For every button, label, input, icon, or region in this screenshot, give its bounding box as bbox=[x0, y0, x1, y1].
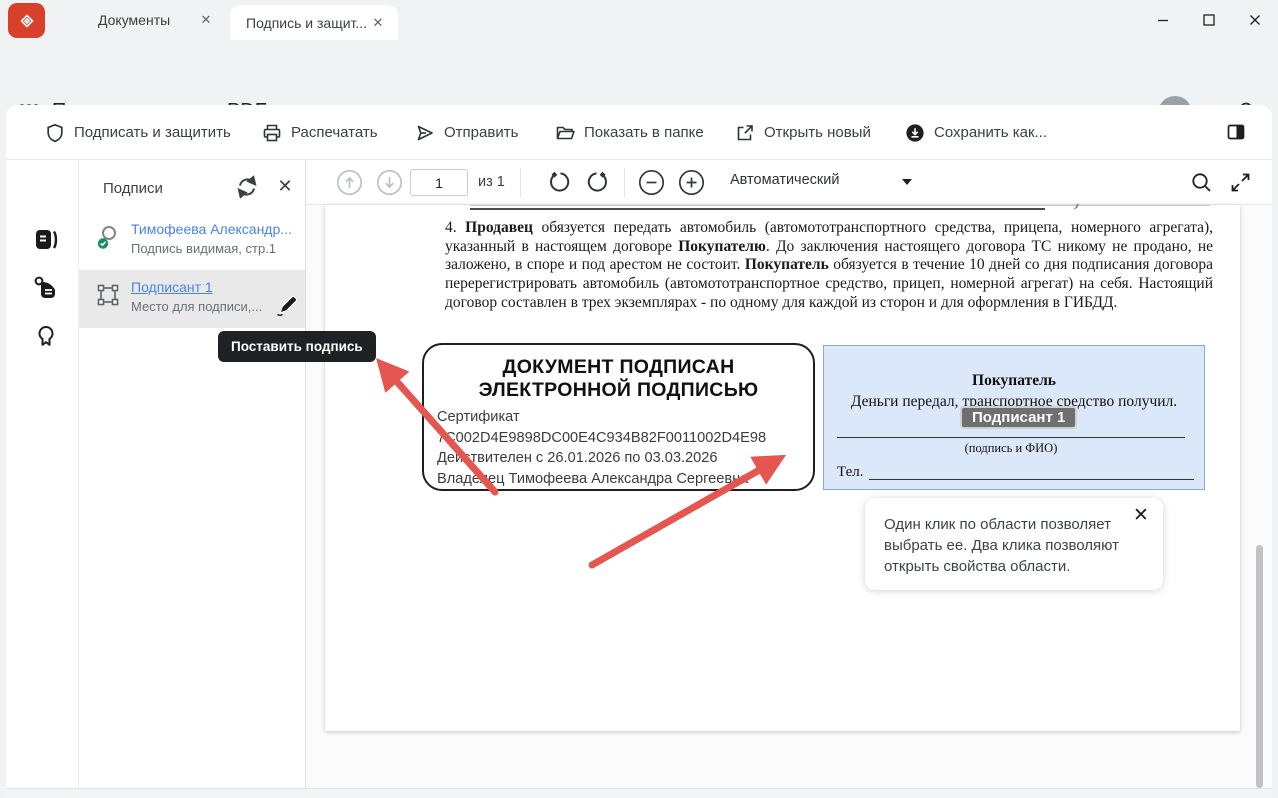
tab-close-icon[interactable]: ✕ bbox=[198, 12, 214, 28]
tab-label: Документы bbox=[98, 12, 170, 28]
signature-name-link[interactable]: Тимофеева Александр... bbox=[131, 221, 292, 237]
signature-list-item[interactable]: Тимофеева Александр... Подпись видимая, … bbox=[79, 212, 305, 268]
print-button[interactable]: Распечатать bbox=[262, 105, 378, 160]
page-up-button[interactable] bbox=[336, 169, 363, 196]
page-number-input[interactable] bbox=[410, 169, 468, 196]
truncated-rule bbox=[470, 205, 1210, 206]
phone-label: Тел. bbox=[837, 464, 863, 481]
hint-text: Один клик по области позволяет выбрать е… bbox=[884, 514, 1134, 577]
open-new-icon bbox=[735, 123, 755, 143]
signature-subtitle: Место для подписи,... bbox=[131, 299, 262, 314]
refresh-icon[interactable] bbox=[235, 175, 259, 199]
vertical-scrollbar[interactable] bbox=[1256, 545, 1263, 788]
stamp-title-line2: ЭЛЕКТРОННОЙ ПОДПИСЬЮ bbox=[424, 379, 813, 402]
rotate-right-icon[interactable] bbox=[585, 169, 611, 195]
window-controls bbox=[1140, 0, 1278, 40]
panel-toggle-icon[interactable] bbox=[1226, 122, 1246, 142]
rotate-left-icon[interactable] bbox=[546, 169, 572, 195]
app-window: Документы ✕ Подпись и защит... ✕ bbox=[0, 0, 1278, 798]
signatures-panel-icon[interactable] bbox=[33, 275, 59, 301]
search-icon[interactable] bbox=[1190, 171, 1213, 194]
pdf-viewer: из 1 Автоматический bbox=[306, 160, 1272, 788]
hint-tooltip: Один клик по области позволяет выбрать е… bbox=[865, 498, 1163, 590]
send-button[interactable]: Отправить bbox=[415, 105, 518, 160]
sign-action-tooltip: Поставить подпись bbox=[218, 331, 376, 362]
pdf-toolbar: из 1 Автоматический bbox=[306, 160, 1272, 205]
save-as-button[interactable]: Сохранить как... bbox=[905, 105, 1047, 160]
action-label: Сохранить как... bbox=[934, 124, 1047, 141]
folder-icon bbox=[555, 123, 575, 143]
titlebar: Документы ✕ Подпись и защит... ✕ bbox=[0, 0, 1278, 40]
document-page[interactable]: 4. Продавец обязуется передать автомобил… bbox=[325, 205, 1240, 731]
buyer-heading: Покупатель bbox=[824, 372, 1204, 390]
signing-cursor-icon bbox=[274, 291, 300, 317]
shield-icon bbox=[45, 123, 65, 143]
page-total-label: из 1 bbox=[478, 174, 505, 190]
signature-placeholder-icon bbox=[95, 282, 121, 308]
certificate-number: 7C002D4E9898DC00E4C934B82F0011002D4E98 bbox=[437, 428, 813, 449]
action-label: Открыть новый bbox=[764, 124, 871, 141]
stamp-title-line1: ДОКУМЕНТ ПОДПИСАН bbox=[424, 356, 813, 379]
printer-icon bbox=[262, 123, 282, 143]
truncated-text-fragment bbox=[1072, 202, 1079, 210]
save-icon bbox=[905, 123, 925, 143]
app-logo-icon bbox=[8, 3, 45, 38]
certificates-panel-icon[interactable] bbox=[33, 323, 59, 349]
tab-close-icon[interactable]: ✕ bbox=[370, 15, 386, 31]
show-in-folder-button[interactable]: Показать в папке bbox=[555, 105, 704, 160]
sign-and-protect-button[interactable]: Подписать и защитить bbox=[45, 105, 231, 160]
certificate-owner: Владелец Тимофеева Александра Сергеевна bbox=[437, 469, 813, 490]
signatures-panel-title: Подписи bbox=[103, 180, 163, 197]
phone-line bbox=[869, 479, 1194, 480]
minimize-button[interactable] bbox=[1140, 0, 1186, 40]
zoom-in-button[interactable] bbox=[678, 169, 705, 196]
maximize-button[interactable] bbox=[1186, 0, 1232, 40]
chevron-down-icon[interactable] bbox=[902, 179, 912, 185]
signature-subtitle: Подпись видимая, стр.1 bbox=[131, 241, 276, 256]
signature-stamp[interactable]: ДОКУМЕНТ ПОДПИСАН ЭЛЕКТРОННОЙ ПОДПИСЬЮ С… bbox=[422, 343, 815, 491]
truncated-underline bbox=[470, 208, 1045, 210]
pages-panel-icon[interactable] bbox=[33, 227, 59, 253]
close-icon[interactable]: ✕ bbox=[1131, 506, 1151, 526]
action-label: Подписать и защитить bbox=[74, 124, 231, 141]
toolbar-divider bbox=[624, 168, 625, 197]
app-header: Подпись и защита PDF Профиль #1 bbox=[0, 40, 1278, 105]
zoom-mode-value: Автоматический bbox=[730, 172, 839, 188]
certificate-validity: Действителен с 26.01.2026 по 03.03.2026 bbox=[437, 448, 813, 469]
fullscreen-icon[interactable] bbox=[1229, 171, 1252, 194]
signature-line bbox=[837, 437, 1185, 438]
signature-caption: (подпись и ФИО) bbox=[824, 441, 1198, 456]
close-panel-icon[interactable]: ✕ bbox=[273, 174, 297, 198]
left-icon-rail bbox=[6, 160, 78, 788]
action-label: Распечатать bbox=[291, 124, 378, 141]
bottom-edge bbox=[6, 788, 1272, 798]
zoom-out-button[interactable] bbox=[638, 169, 665, 196]
buyer-signature-area[interactable]: Покупатель Деньги передал, транспортное … bbox=[823, 345, 1205, 490]
action-label: Отправить bbox=[444, 124, 518, 141]
toolbar-divider bbox=[520, 168, 521, 197]
tab-label: Подпись и защит... bbox=[246, 15, 367, 31]
action-label: Показать в папке bbox=[584, 124, 704, 141]
page-down-button[interactable] bbox=[376, 169, 403, 196]
main-panel: Подписать и защитить Распечатать Отправи… bbox=[6, 105, 1272, 798]
certificate-label: Сертификат bbox=[437, 407, 813, 428]
signatures-panel: Подписи ✕ Тимофеева Александр... Подпись… bbox=[78, 160, 306, 788]
open-new-button[interactable]: Открыть новый bbox=[735, 105, 871, 160]
signer-link[interactable]: Подписант 1 bbox=[131, 279, 213, 295]
tab-documents[interactable]: Документы ✕ bbox=[76, 0, 226, 40]
contract-paragraph: 4. Продавец обязуется передать автомобил… bbox=[445, 219, 1213, 313]
signature-valid-icon bbox=[95, 224, 121, 250]
close-button[interactable] bbox=[1232, 0, 1278, 40]
tab-sign-protect[interactable]: Подпись и защит... ✕ bbox=[230, 5, 398, 40]
zoom-mode-select[interactable]: Автоматический bbox=[730, 172, 839, 188]
actions-toolbar: Подписать и защитить Распечатать Отправи… bbox=[6, 105, 1272, 160]
signer-badge[interactable]: Подписант 1 bbox=[960, 406, 1077, 429]
signature-list-item-selected[interactable]: Подписант 1 Место для подписи,... bbox=[79, 270, 305, 328]
send-icon bbox=[415, 123, 435, 143]
